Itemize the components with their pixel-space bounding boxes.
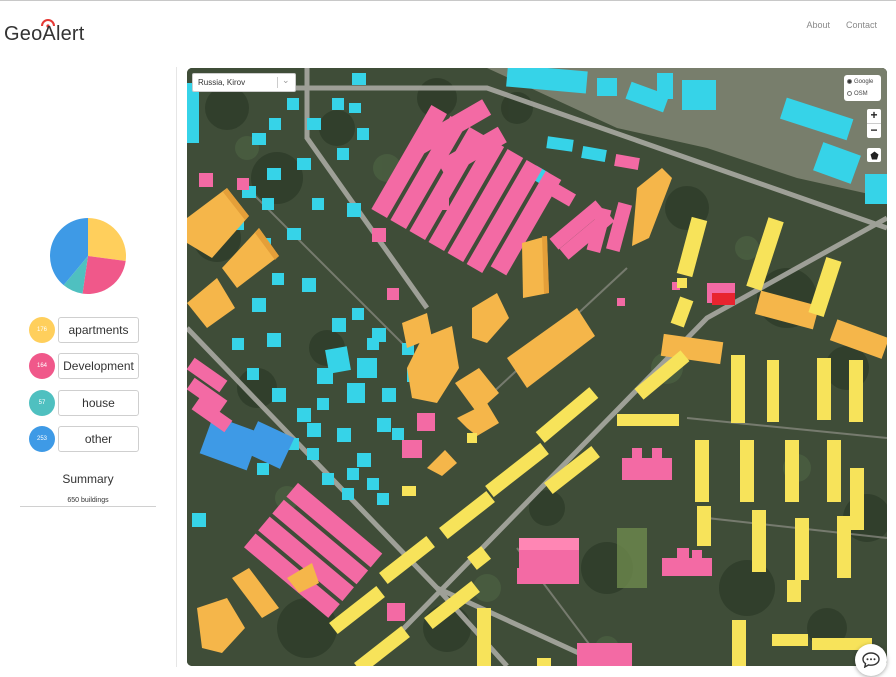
chevron-down-icon[interactable]: ⌄: [282, 75, 290, 86]
legend-house: 57 house: [29, 390, 141, 416]
layer-option-osm[interactable]: OSM: [847, 88, 881, 99]
legend-development: 164 Development: [29, 353, 141, 379]
category-pie-chart: [49, 218, 127, 294]
layer-label-osm: OSM: [854, 90, 868, 97]
zoom-control: + −: [867, 109, 881, 138]
layer-option-google[interactable]: Google: [847, 76, 881, 87]
radio-osm[interactable]: [847, 91, 852, 96]
pie-slice-apartments: [88, 218, 127, 261]
nav-about[interactable]: About: [806, 20, 830, 30]
other-count-badge: 253: [29, 426, 55, 452]
top-nav: About Contact: [806, 20, 877, 30]
pie-slice-development: [82, 256, 126, 294]
logo-text: GeoAlert: [4, 23, 85, 45]
summary-divider: [20, 506, 156, 507]
chat-button[interactable]: [855, 644, 887, 676]
apartments-count-badge: 176: [29, 317, 55, 343]
select-separator: [277, 77, 278, 88]
map-view[interactable]: Russia, Kirov ⌄ Google OSM + −: [187, 68, 887, 666]
zoom-out-button[interactable]: −: [867, 123, 881, 138]
house-count-badge: 57: [29, 390, 55, 416]
polygon-icon: [870, 151, 878, 159]
apartments-filter-button[interactable]: apartments: [58, 317, 139, 343]
basemap-layer-switch: Google OSM: [844, 75, 881, 101]
top-border: [0, 0, 896, 1]
legend-other: 253 other: [29, 426, 141, 452]
sidebar-divider: [176, 67, 177, 667]
satellite-map[interactable]: [187, 68, 887, 666]
layer-label-google: Google: [854, 78, 874, 85]
legend-apartments: 176 apartments: [29, 317, 141, 343]
chat-icon: [862, 652, 880, 668]
zoom-in-button[interactable]: +: [867, 109, 881, 123]
summary-count: 650 buildings: [67, 497, 109, 504]
house-filter-button[interactable]: house: [58, 390, 139, 416]
other-filter-button[interactable]: other: [58, 426, 139, 452]
development-count-badge: 164: [29, 353, 55, 379]
radio-google[interactable]: [847, 79, 852, 84]
summary-title: Summary: [62, 472, 114, 486]
location-select[interactable]: Russia, Kirov ⌄: [192, 73, 296, 92]
development-filter-button[interactable]: Development: [58, 353, 139, 379]
nav-contact[interactable]: Contact: [846, 20, 877, 30]
location-value: Russia, Kirov: [198, 78, 246, 87]
draw-polygon-button[interactable]: [867, 148, 881, 162]
